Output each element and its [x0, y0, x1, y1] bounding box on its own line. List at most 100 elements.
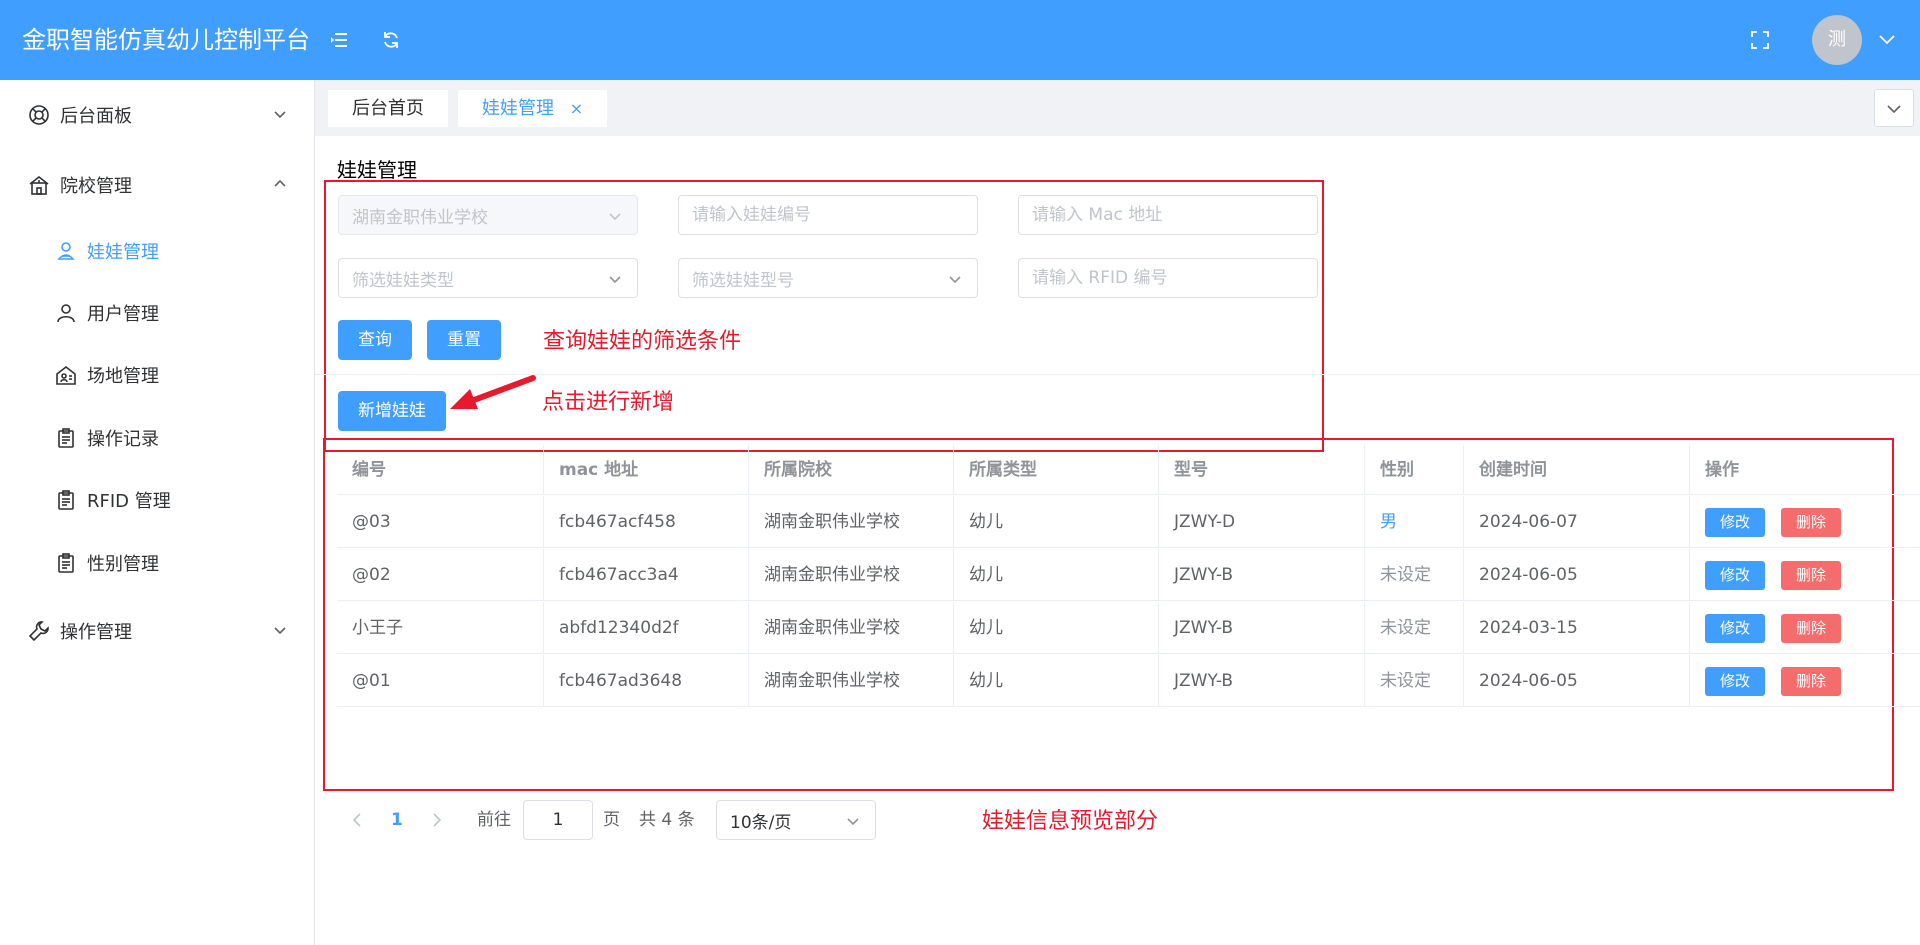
sidebar-item-dashboard[interactable]: 后台面板: [0, 87, 314, 143]
column-header: 编号: [337, 445, 544, 495]
column-header: 型号: [1159, 445, 1365, 495]
cell-gender: 未设定: [1365, 655, 1464, 707]
user-avatar[interactable]: 测: [1812, 15, 1862, 65]
cell-mac: fcb467ad3648: [544, 655, 749, 707]
add-annotation-text: 点击进行新增: [542, 390, 675, 415]
edit-button[interactable]: 修改: [1705, 614, 1765, 643]
sidebar-item-label: RFID 管理: [87, 491, 171, 512]
cell-school: 湖南金职伟业学校: [749, 496, 954, 548]
filter-annotation-text: 查询娃娃的筛选条件: [543, 329, 742, 354]
column-header: 操作: [1705, 460, 1739, 480]
sidebar-item-operation-management[interactable]: 操作管理: [0, 603, 314, 659]
edit-button[interactable]: 修改: [1705, 667, 1765, 696]
clipboard-icon: [55, 552, 77, 574]
cell-created: 2024-06-05: [1464, 655, 1690, 707]
total-count: 共 4 条: [639, 810, 695, 830]
cell-gender: 男: [1365, 496, 1464, 548]
sidebar-item-doll-management[interactable]: 娃娃管理: [0, 223, 314, 279]
sidebar-item-gender-management[interactable]: 性别管理: [0, 535, 314, 591]
next-page-chevron-right-icon[interactable]: [427, 810, 447, 830]
cell-mac: fcb467acc3a4: [544, 549, 749, 601]
table-header: 编号 mac 地址 所属院校 所属类型 型号 性别 创建时间 操作: [337, 445, 1920, 495]
table-row: 小王子 abfd12340d2f 湖南金职伟业学校 幼儿 JZWY-B 未设定 …: [337, 602, 1920, 654]
school-icon: [28, 174, 50, 196]
tab-home[interactable]: 后台首页: [328, 90, 448, 127]
goto-prefix: 前往: [477, 810, 511, 830]
cell-mac: abfd12340d2f: [544, 602, 749, 654]
cell-type: 幼儿: [954, 549, 1159, 601]
sidebar-item-operation-records[interactable]: 操作记录: [0, 410, 314, 466]
sidebar-item-label: 后台面板: [60, 106, 132, 127]
delete-button[interactable]: 删除: [1781, 667, 1841, 696]
cell-created: 2024-06-05: [1464, 549, 1690, 601]
cell-number: @01: [337, 655, 544, 707]
cell-school: 湖南金职伟业学校: [749, 655, 954, 707]
sidebar-item-label: 性别管理: [87, 554, 159, 575]
tab-doll-management[interactable]: 娃娃管理 ×: [458, 90, 608, 127]
fullscreen-icon[interactable]: [1748, 28, 1772, 52]
table-row: @01 fcb467ad3648 湖南金职伟业学校 幼儿 JZWY-B 未设定 …: [337, 655, 1920, 707]
sidebar: 后台面板 院校管理 娃娃管理 用户管理 场地管理 操作记录 RFID 管理 性别…: [0, 80, 315, 945]
user-menu-chevron-down-icon[interactable]: [1875, 28, 1899, 52]
sidebar-item-label: 用户管理: [87, 304, 159, 325]
column-header: 所属院校: [749, 445, 954, 495]
sidebar-item-label: 娃娃管理: [87, 242, 159, 263]
table-row: @02 fcb467acc3a4 湖南金职伟业学校 幼儿 JZWY-B 未设定 …: [337, 549, 1920, 601]
column-header: 创建时间: [1464, 445, 1690, 495]
cell-created: 2024-06-07: [1464, 496, 1690, 548]
refresh-icon[interactable]: [379, 28, 403, 52]
main-content: 后台首页 娃娃管理 × 娃娃管理 湖南金职伟业学校 筛选娃娃类型 筛选娃娃型号 …: [315, 80, 1920, 945]
goto-suffix: 页: [603, 810, 620, 830]
cell-school: 湖南金职伟业学校: [749, 602, 954, 654]
chevron-up-icon: [272, 176, 290, 194]
sidebar-item-user-management[interactable]: 用户管理: [0, 285, 314, 341]
wrench-icon: [28, 620, 50, 642]
chevron-down-icon: [272, 106, 290, 124]
sidebar-item-label: 院校管理: [60, 176, 132, 197]
sidebar-item-rfid-management[interactable]: RFID 管理: [0, 472, 314, 528]
cell-school: 湖南金职伟业学校: [749, 549, 954, 601]
cell-number: 小王子: [337, 602, 544, 654]
chevron-down-icon: [1886, 99, 1902, 118]
edit-button[interactable]: 修改: [1705, 561, 1765, 590]
prev-page-chevron-left-icon[interactable]: [347, 810, 367, 830]
page-size-select[interactable]: 10条/页: [716, 800, 876, 840]
sidebar-item-label: 操作管理: [60, 622, 132, 643]
cell-created: 2024-03-15: [1464, 602, 1690, 654]
table-row: @03 fcb467acf458 湖南金职伟业学校 幼儿 JZWY-D 男 20…: [337, 496, 1920, 548]
menu-fold-icon[interactable]: [327, 28, 351, 52]
cell-type: 幼儿: [954, 655, 1159, 707]
tab-label: 娃娃管理: [482, 98, 554, 119]
table-annotation-text: 娃娃信息预览部分: [982, 809, 1159, 834]
sidebar-item-label: 操作记录: [87, 429, 159, 450]
cell-model: JZWY-B: [1159, 549, 1365, 601]
tabs-more-button[interactable]: [1874, 89, 1914, 127]
page-size-value: 10条/页: [730, 812, 792, 833]
current-page[interactable]: 1: [391, 806, 403, 834]
sidebar-item-venue-management[interactable]: 场地管理: [0, 347, 314, 403]
top-header: 金职智能仿真幼儿控制平台 测: [0, 0, 1920, 80]
goto-page-input[interactable]: 1: [523, 800, 593, 840]
user-icon: [55, 302, 77, 324]
cell-type: 幼儿: [954, 496, 1159, 548]
column-header: 性别: [1365, 445, 1464, 495]
column-header: mac 地址: [544, 445, 749, 495]
arrow-annotation-icon: [448, 373, 538, 413]
delete-button[interactable]: 删除: [1781, 614, 1841, 643]
cell-model: JZWY-B: [1159, 655, 1365, 707]
add-doll-button[interactable]: 新增娃娃: [338, 391, 446, 431]
divider: [315, 374, 1920, 375]
cell-number: @02: [337, 549, 544, 601]
cell-mac: fcb467acf458: [544, 496, 749, 548]
cell-gender: 未设定: [1365, 549, 1464, 601]
delete-button[interactable]: 删除: [1781, 561, 1841, 590]
delete-button[interactable]: 删除: [1781, 508, 1841, 537]
app-title: 金职智能仿真幼儿控制平台: [22, 26, 310, 54]
edit-button[interactable]: 修改: [1705, 508, 1765, 537]
chevron-down-icon: [845, 813, 861, 829]
column-header: 所属类型: [954, 445, 1159, 495]
sidebar-item-school-management[interactable]: 院校管理: [0, 157, 314, 213]
close-icon[interactable]: ×: [570, 90, 583, 127]
tabs-bar: 后台首页 娃娃管理 ×: [315, 80, 1920, 136]
tab-label: 后台首页: [352, 98, 424, 119]
